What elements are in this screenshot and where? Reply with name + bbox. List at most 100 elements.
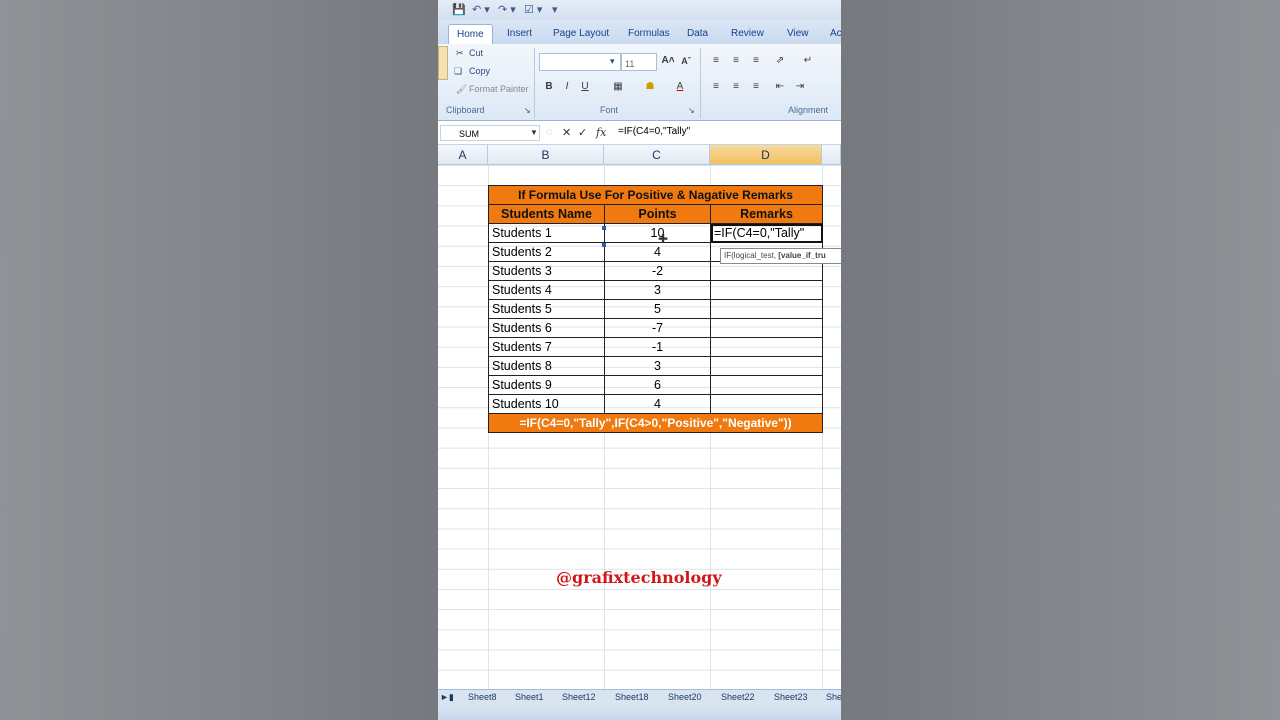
student-name-cell[interactable]: Students 9 (488, 375, 605, 395)
sheet-tab[interactable]: Sheet8 (468, 690, 497, 705)
tooltip-current-arg[interactable]: [value_if_tru (778, 251, 826, 260)
underline-icon[interactable]: U (577, 80, 593, 94)
remarks-cell-editing[interactable]: =IF(C4=0,"Tally" (710, 223, 823, 243)
tooltip-arg[interactable]: logical_test, (734, 251, 778, 260)
tab-add-ins[interactable]: Ac (830, 24, 841, 44)
wrap-text-icon[interactable]: ↵ (800, 54, 816, 68)
align-top-icon[interactable]: ≡ (708, 54, 724, 68)
shrink-font-icon[interactable]: Aˇ (678, 54, 694, 68)
cut-button[interactable]: Cut (469, 48, 483, 58)
points-cell[interactable]: 5 (604, 299, 711, 319)
points-cell[interactable]: 3 (604, 280, 711, 300)
tab-formulas[interactable]: Formulas (628, 24, 670, 44)
remarks-cell[interactable] (710, 318, 823, 338)
selection-handle[interactable] (602, 226, 606, 230)
insert-function-icon[interactable]: fx (596, 126, 606, 139)
undo-icon[interactable]: ↶ ▾ (472, 3, 490, 17)
tab-data[interactable]: Data (687, 24, 708, 44)
points-cell[interactable]: -7 (604, 318, 711, 338)
remarks-cell[interactable] (710, 375, 823, 395)
points-cell[interactable]: -2 (604, 261, 711, 281)
student-name-cell[interactable]: Students 6 (488, 318, 605, 338)
student-name-cell[interactable]: Students 8 (488, 356, 605, 376)
column-header-e[interactable] (822, 145, 841, 165)
sheet-tab[interactable]: Sheet23 (774, 690, 808, 705)
sheet-tab[interactable]: Sheet12 (562, 690, 596, 705)
save-icon[interactable]: 💾 (452, 3, 466, 17)
borders-icon[interactable]: ▦ (610, 80, 626, 94)
remarks-cell[interactable] (710, 356, 823, 376)
background-right (841, 0, 1280, 720)
copy-button[interactable]: Copy (469, 66, 490, 76)
formula-input[interactable]: =IF(C4=0,"Tally" (618, 126, 690, 137)
font-launcher-icon[interactable]: ↘ (688, 106, 695, 115)
column-header-c[interactable]: C (604, 145, 710, 165)
increase-indent-icon[interactable]: ⇥ (792, 80, 808, 94)
sheet-tab[interactable]: Sheet18 (615, 690, 649, 705)
align-middle-icon[interactable]: ≡ (728, 54, 744, 68)
sheet-tab[interactable]: Sheet22 (721, 690, 755, 705)
sheet-nav-icon[interactable]: ►▮ (440, 690, 454, 705)
paste-icon[interactable] (438, 46, 448, 80)
format-painter-button[interactable]: Format Painter (469, 84, 529, 94)
decrease-indent-icon[interactable]: ⇤ (772, 80, 788, 94)
align-left-icon[interactable]: ≡ (708, 80, 724, 94)
points-cell[interactable]: -1 (604, 337, 711, 357)
sheet-tab[interactable]: Sheet1 (515, 690, 544, 705)
redo-icon[interactable]: ↷ ▾ (498, 3, 516, 17)
sheet-tab[interactable]: Sheet20 (668, 690, 702, 705)
student-name-cell[interactable]: Students 4 (488, 280, 605, 300)
align-bottom-icon[interactable]: ≡ (748, 54, 764, 68)
tab-view[interactable]: View (787, 24, 809, 44)
font-color-icon[interactable]: A (672, 80, 688, 94)
points-cell[interactable]: 3 (604, 356, 711, 376)
cancel-icon[interactable]: ✕ (562, 126, 571, 139)
formula-footer[interactable]: =IF(C4=0,"Tally",IF(C4>0,"Positive","Neg… (488, 413, 823, 433)
status-bar (438, 705, 841, 720)
remarks-cell[interactable] (710, 280, 823, 300)
font-size-select[interactable]: 11 (621, 53, 657, 71)
clipboard-launcher-icon[interactable]: ↘ (524, 106, 531, 115)
student-name-cell[interactable]: Students 3 (488, 261, 605, 281)
student-name-cell[interactable]: Students 5 (488, 299, 605, 319)
column-header-a[interactable]: A (438, 145, 488, 165)
student-name-cell[interactable]: Students 10 (488, 394, 605, 414)
tab-home[interactable]: Home (448, 24, 493, 45)
remarks-cell[interactable] (710, 337, 823, 357)
copy-icon: ❏ (454, 66, 463, 76)
chevron-down-icon[interactable]: ▼ (530, 128, 538, 137)
student-name-cell[interactable]: Students 1 (488, 223, 605, 243)
italic-icon[interactable]: I (559, 80, 575, 94)
header-students-name[interactable]: Students Name (488, 204, 605, 224)
align-center-icon[interactable]: ≡ (728, 80, 744, 94)
header-points[interactable]: Points (604, 204, 711, 224)
selection-handle[interactable] (602, 243, 606, 247)
student-name-cell[interactable]: Students 7 (488, 337, 605, 357)
orientation-icon[interactable]: ⇗ (772, 54, 788, 68)
expand-icon[interactable]: ◌ (546, 126, 553, 138)
grow-font-icon[interactable]: A˄ (660, 54, 676, 68)
align-right-icon[interactable]: ≡ (748, 80, 764, 94)
column-header-d[interactable]: D (710, 145, 822, 165)
remarks-cell[interactable] (710, 394, 823, 414)
header-remarks[interactable]: Remarks (710, 204, 823, 224)
bold-icon[interactable]: B (541, 80, 557, 94)
tab-insert[interactable]: Insert (507, 24, 532, 44)
remarks-cell[interactable] (710, 261, 823, 281)
table-title[interactable]: If Formula Use For Positive & Nagative R… (488, 185, 823, 205)
tab-page-layout[interactable]: Page Layout (553, 24, 609, 44)
points-cell[interactable]: 4 (604, 394, 711, 414)
customize-toolbar-icon[interactable]: ▾ (552, 3, 558, 17)
remarks-cell[interactable] (710, 299, 823, 319)
fill-color-icon[interactable]: ☗ (642, 80, 658, 94)
tab-review[interactable]: Review (731, 24, 764, 44)
enter-icon[interactable]: ✓ (578, 126, 587, 139)
font-family-select[interactable] (539, 53, 621, 71)
student-name-cell[interactable]: Students 2 (488, 242, 605, 262)
sheet-tab[interactable]: She (826, 690, 841, 705)
column-header-b[interactable]: B (488, 145, 604, 165)
name-box[interactable]: SUM (440, 125, 540, 141)
tooltip-function[interactable]: IF( (724, 251, 734, 260)
points-cell[interactable]: 6 (604, 375, 711, 395)
checkbox-icon[interactable]: ☑ ▾ (524, 3, 542, 17)
